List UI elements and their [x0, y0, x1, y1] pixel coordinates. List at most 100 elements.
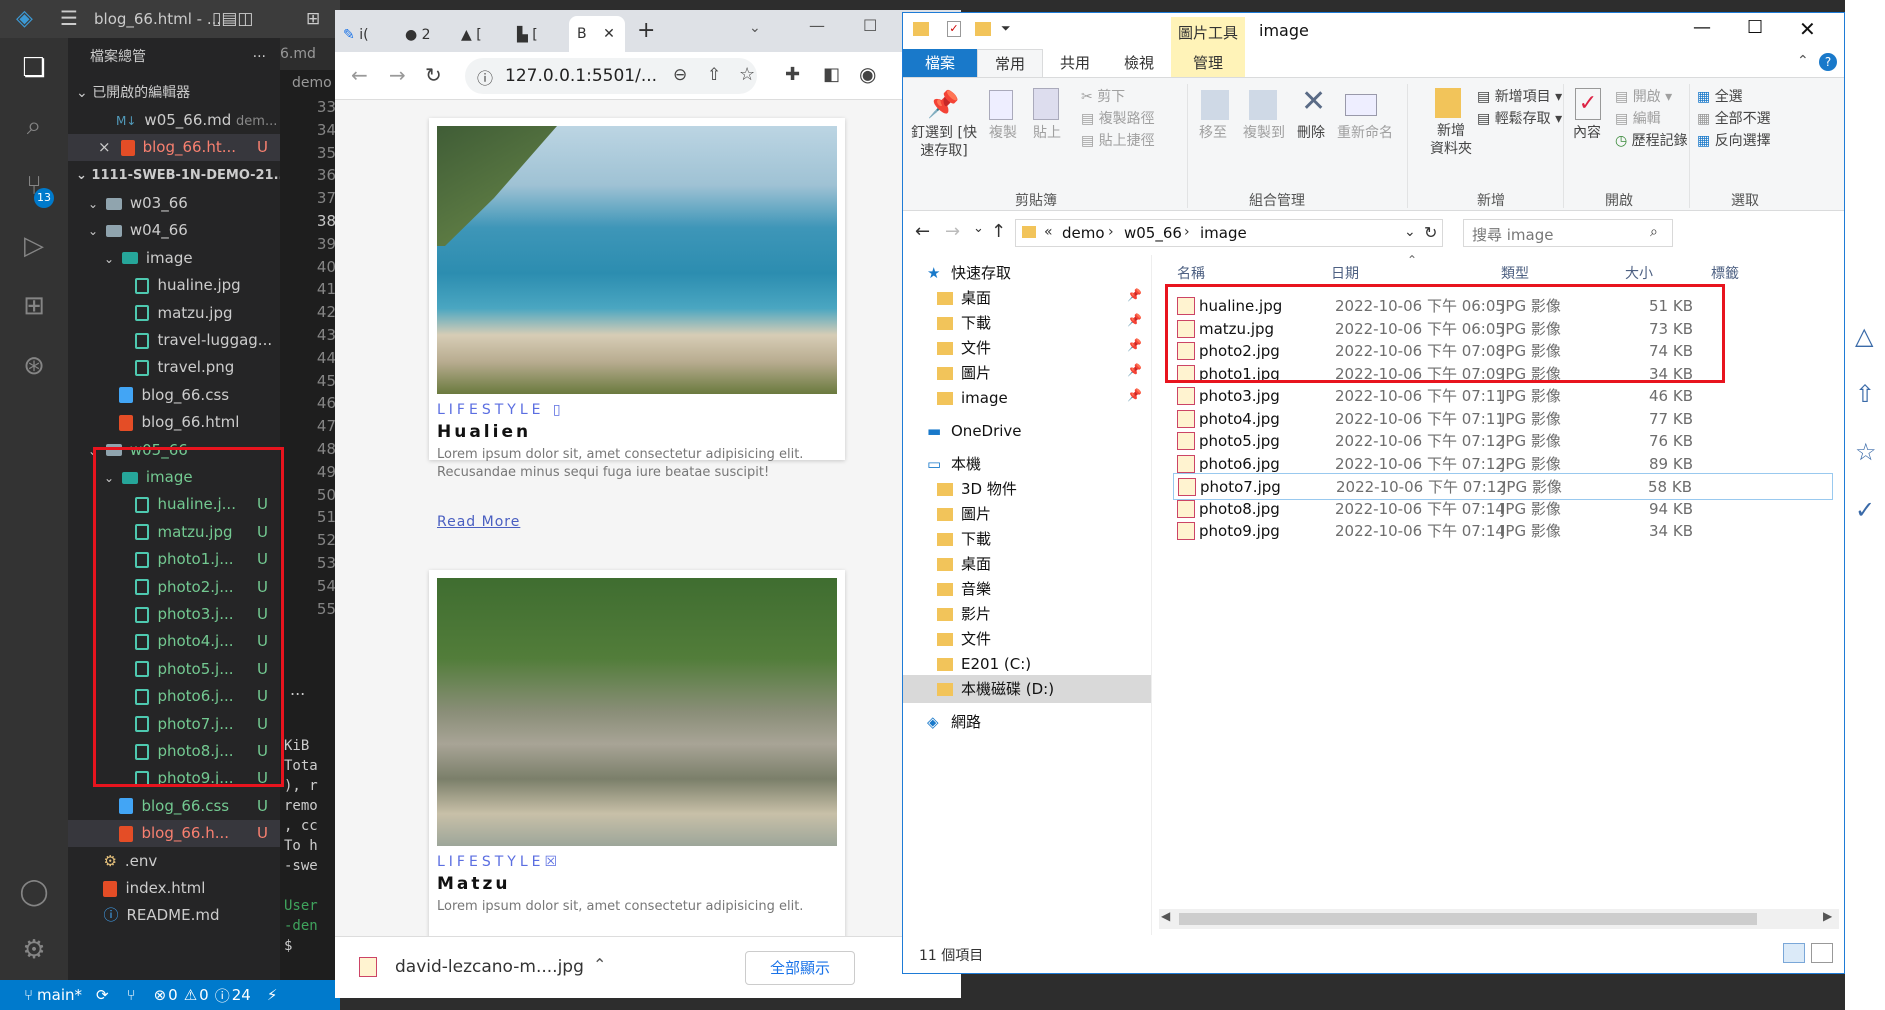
pin-icon[interactable]: 📌 — [1127, 363, 1142, 377]
move-to-button[interactable]: 移至 — [1199, 122, 1227, 142]
search-icon[interactable]: ⌕ — [16, 108, 52, 144]
close-tab-icon[interactable]: ✕ — [603, 26, 615, 42]
check-icon[interactable]: ✓ — [1855, 496, 1875, 524]
zoom-icon[interactable]: ⊖ — [673, 65, 687, 85]
nav-item[interactable]: 桌面 — [937, 284, 991, 312]
browser-tab[interactable]: ● 2 — [405, 18, 453, 52]
edit-button[interactable]: ▤ 編輯 — [1615, 108, 1661, 128]
paste-icon[interactable] — [1033, 88, 1059, 120]
tab-view[interactable]: 檢視 — [1107, 49, 1171, 77]
panel-more-icon[interactable]: ... — [290, 680, 305, 699]
delete-icon[interactable]: ✕ — [1301, 84, 1326, 119]
lightning-icon[interactable]: ⚡ — [267, 986, 278, 1004]
search-icon[interactable]: ⌕ — [1650, 224, 1658, 240]
nav-item[interactable]: ▭ 本機 — [927, 450, 981, 478]
tree-file[interactable]: index.html — [68, 875, 280, 902]
extensions-puzzle-icon[interactable]: ✚ — [785, 64, 800, 85]
properties-button[interactable]: 內容 — [1573, 122, 1601, 142]
copy-to-icon[interactable] — [1249, 90, 1277, 120]
browser-tab-active[interactable]: B ✕ — [569, 16, 625, 52]
sidepanel-icon[interactable]: ◧ — [823, 64, 840, 85]
new-tab-button[interactable]: + — [637, 18, 655, 43]
tab-manage[interactable]: 管理 — [1171, 49, 1245, 77]
tree-file[interactable]: hualine.jpg — [68, 272, 280, 299]
scrollbar-thumb[interactable] — [1179, 913, 1757, 925]
search-box[interactable]: 搜尋 image ⌕ — [1463, 219, 1673, 247]
invert-selection-button[interactable]: ▦ 反向選擇 — [1697, 130, 1771, 150]
copy-path-button[interactable]: ▤ 複製路徑 — [1081, 108, 1155, 128]
breadcrumb-image[interactable]: image — [1200, 224, 1247, 242]
git-graph-status-icon[interactable]: ⑂ — [127, 986, 136, 1004]
tree-file[interactable]: blog_66.css — [68, 382, 280, 409]
pin-icon[interactable]: 📌 — [1127, 313, 1142, 327]
star-icon[interactable]: ☆ — [1855, 438, 1877, 466]
tree-file[interactable]: ⓘ README.md — [68, 902, 280, 929]
breadcrumb-w05[interactable]: w05_66 — [1124, 224, 1182, 242]
open-editors-header[interactable]: ⌄ 已開啟的編輯器 — [68, 80, 280, 107]
open-editor-item[interactable]: × blog_66.ht... U — [68, 134, 280, 161]
profile-icon[interactable]: ◉ — [859, 62, 876, 86]
scroll-left-icon[interactable]: ◀ — [1161, 909, 1170, 923]
breadcrumb-overflow[interactable]: « — [1044, 224, 1053, 240]
chevron-up-icon[interactable]: ⌃ — [593, 955, 606, 974]
home-up-icon[interactable]: ⇧ — [1855, 380, 1875, 408]
paste-shortcut-button[interactable]: ▤ 貼上捷徑 — [1081, 130, 1155, 150]
nav-item[interactable]: 圖片 — [937, 359, 991, 387]
tree-file[interactable]: blog_66.h... U — [68, 820, 280, 848]
paste-button[interactable]: 貼上 — [1033, 122, 1061, 142]
forward-icon[interactable]: → — [389, 63, 406, 87]
nav-item[interactable]: 桌面 — [937, 550, 991, 578]
branch-name[interactable]: main* — [37, 986, 82, 1004]
cut-button[interactable]: ✂ 剪下 — [1081, 86, 1125, 106]
pane-divider[interactable] — [1151, 255, 1152, 935]
tree-file[interactable]: ⚙ .env — [68, 848, 280, 875]
sync-icon[interactable]: ⟳ — [96, 986, 109, 1004]
menu-icon[interactable]: ☰ — [60, 6, 78, 30]
recent-dropdown-icon[interactable]: ⌄ — [973, 221, 984, 236]
pin-icon[interactable]: 📌 — [1127, 388, 1142, 402]
rename-icon[interactable] — [1345, 94, 1377, 116]
tab-share[interactable]: 共用 — [1043, 49, 1107, 77]
tab-search-icon[interactable]: ⌄ — [749, 20, 761, 36]
account-icon[interactable]: ◯ — [16, 874, 52, 910]
browser-tab[interactable]: ▙ [ — [517, 18, 565, 52]
tree-file[interactable]: travel.png — [68, 354, 280, 381]
reload-icon[interactable]: ↻ — [425, 63, 442, 87]
rename-button[interactable]: 重新命名 — [1337, 122, 1393, 142]
back-icon[interactable]: ← — [915, 221, 930, 242]
bookmark-star-icon[interactable]: ☆ — [739, 64, 755, 85]
move-to-icon[interactable] — [1201, 90, 1229, 120]
open-editor-item[interactable]: M↓ w05_66.md dem... — [68, 107, 280, 134]
nav-item[interactable]: 下載 — [937, 309, 991, 337]
minimize-icon[interactable]: — — [1693, 17, 1711, 38]
tree-file[interactable]: travel-luggag... — [68, 327, 280, 354]
nav-item[interactable]: ▬ OneDrive — [927, 417, 1022, 445]
minimize-icon[interactable]: — — [809, 16, 825, 35]
pin-icon[interactable]: 📌 — [1127, 338, 1142, 352]
tree-folder[interactable]: ⌄ w03_66 — [68, 190, 280, 217]
address-bar[interactable]: « demo › w05_66 › image ⌄ ↻ — [1015, 219, 1443, 247]
share-icon[interactable]: ⇧ — [707, 65, 721, 85]
extensions-icon[interactable]: ⊞ — [16, 288, 52, 324]
more-actions-icon[interactable]: ··· — [253, 44, 266, 71]
help-icon[interactable]: ? — [1819, 53, 1837, 71]
refresh-icon[interactable]: ↻ — [1424, 223, 1437, 242]
tab-home[interactable]: 常用 — [977, 49, 1043, 78]
maximize-icon[interactable]: ☐ — [1747, 17, 1763, 38]
collapse-ribbon-icon[interactable]: ⌃ — [1797, 53, 1809, 69]
back-icon[interactable]: ← — [351, 63, 368, 87]
error-icon[interactable]: ⊗ — [154, 986, 167, 1004]
url-text[interactable]: 127.0.0.1:5501/... — [505, 66, 657, 86]
delete-button[interactable]: 刪除 — [1297, 122, 1325, 142]
tree-folder[interactable]: ⌄ image — [68, 245, 280, 272]
tree-folder[interactable]: ⌄ w04_66 — [68, 217, 280, 244]
pin-icon[interactable]: 📌 — [1127, 288, 1142, 302]
copy-button[interactable]: 複製 — [989, 122, 1017, 142]
triangle-icon[interactable]: △ — [1855, 322, 1873, 350]
nav-item[interactable]: E201 (C:) — [937, 650, 1031, 678]
browser-tab[interactable]: ▲ [ — [461, 18, 509, 52]
tree-file[interactable]: blog_66.css U — [68, 793, 280, 820]
customize-layout-icon[interactable]: ⊞ — [306, 9, 320, 29]
read-more-link[interactable]: Read More — [437, 514, 520, 530]
nav-item[interactable]: image — [937, 384, 1008, 412]
